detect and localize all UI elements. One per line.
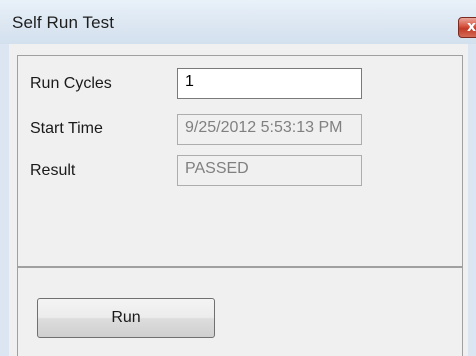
- result-label: Result: [30, 162, 76, 179]
- run-button[interactable]: Run: [37, 298, 215, 338]
- run-cycles-label: Run Cycles: [30, 75, 112, 92]
- title-bar[interactable]: Self Run Test x: [0, 0, 476, 45]
- close-button[interactable]: x: [458, 17, 476, 38]
- run-cycles-input[interactable]: 1: [177, 68, 362, 99]
- self-run-test-window: Self Run Test x Run Cycles 1 Start Time …: [0, 0, 476, 356]
- window-right-frame: [468, 44, 476, 356]
- start-time-field: 9/25/2012 5:53:13 PM: [177, 114, 362, 145]
- window-left-frame: [0, 44, 9, 356]
- start-time-label: Start Time: [30, 120, 103, 137]
- result-field: PASSED: [177, 155, 362, 186]
- close-icon: x: [467, 19, 476, 35]
- window-title: Self Run Test: [12, 13, 115, 32]
